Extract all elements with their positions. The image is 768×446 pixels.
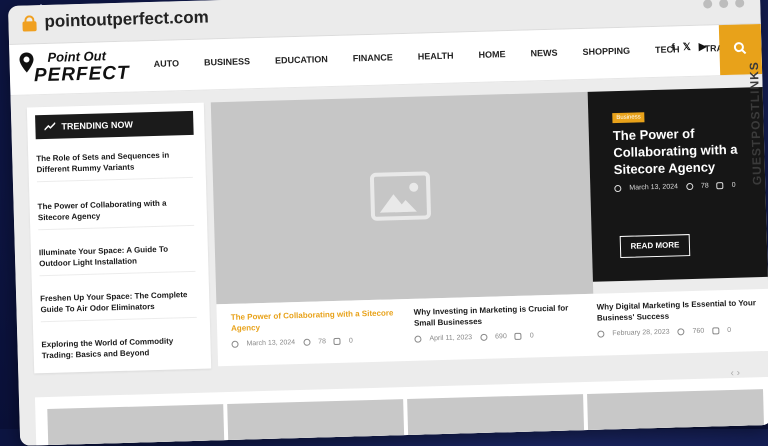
x-twitter-icon[interactable]: 𝕏 <box>683 42 691 53</box>
comment-icon <box>716 182 724 190</box>
clock-icon <box>231 340 239 348</box>
lower-posts-section <box>34 376 768 446</box>
post-date: April 11, 2023 <box>429 334 473 343</box>
read-more-button[interactable]: READ MORE <box>619 234 691 259</box>
post-thumbnail[interactable] <box>47 404 225 446</box>
post-card-meta: March 13, 2024 78 0 <box>231 336 401 348</box>
browser-window: pointoutperfect.com Point Out PERFECT AU… <box>8 0 768 446</box>
logo-line1: Point Out <box>47 48 107 65</box>
trending-item[interactable]: The Role of Sets and Sequences in Differ… <box>36 148 193 183</box>
post-card-title[interactable]: The Power of Collaborating with a Siteco… <box>231 307 402 334</box>
search-icon <box>733 42 747 55</box>
clock-icon <box>597 330 605 338</box>
comment-icon <box>712 327 720 335</box>
youtube-icon[interactable]: ▶ <box>699 42 707 53</box>
trending-panel: TRENDING NOW The Role of Sets and Sequen… <box>26 102 212 374</box>
social-links: f 𝕏 ▶ <box>671 42 706 54</box>
watermark-logo: GUESTPOSTLINKS <box>746 61 765 186</box>
nav-item-news[interactable]: NEWS <box>530 48 557 59</box>
eye-icon <box>677 328 685 336</box>
eye-icon <box>303 338 311 346</box>
post-comments: 0 <box>529 332 534 340</box>
window-controls <box>703 0 745 9</box>
page-content: TRENDING NOW The Role of Sets and Sequen… <box>10 61 768 446</box>
post-views: 690 <box>495 333 507 341</box>
trending-icon <box>44 122 56 131</box>
map-pin-icon <box>19 52 34 73</box>
nav-item-home[interactable]: HOME <box>478 49 505 60</box>
category-badge[interactable]: Business <box>612 112 645 124</box>
nav-item-finance[interactable]: FINANCE <box>353 52 393 63</box>
post-thumbnail[interactable] <box>587 389 765 434</box>
post-card-meta: April 11, 2023 690 0 <box>414 331 584 343</box>
post-card-title[interactable]: Why Digital Marketing Is Essential to Yo… <box>596 297 767 324</box>
lock-icon <box>22 15 37 32</box>
trending-item[interactable]: Freshen Up Your Space: The Complete Guid… <box>40 288 197 323</box>
post-card[interactable]: Why Investing in Marketing is Crucial fo… <box>414 302 585 343</box>
logo-line2: PERFECT <box>33 62 130 87</box>
post-card-title[interactable]: Why Investing in Marketing is Crucial fo… <box>414 302 585 329</box>
window-dot[interactable] <box>703 0 713 9</box>
comment-icon <box>514 332 522 340</box>
site-logo[interactable]: Point Out PERFECT <box>19 47 145 88</box>
window-dot[interactable] <box>719 0 729 9</box>
post-card-meta: February 28, 2023 760 0 <box>597 326 767 338</box>
eye-icon <box>685 182 694 191</box>
post-views: 78 <box>700 182 709 190</box>
comment-icon <box>333 337 342 346</box>
nav-item-business[interactable]: BUSINESS <box>204 56 250 67</box>
post-comments: 0 <box>348 337 353 345</box>
trending-item[interactable]: Exploring the World of Commodity Trading… <box>41 335 198 367</box>
window-dot[interactable] <box>735 0 745 8</box>
post-comments: 0 <box>727 326 732 335</box>
facebook-icon[interactable]: f <box>671 42 675 53</box>
nav-item-education[interactable]: EDUCATION <box>275 54 328 65</box>
hero-image[interactable] <box>210 91 594 305</box>
featured-post-meta: March 13, 2024 78 0 <box>614 181 736 193</box>
nav-item-auto[interactable]: AUTO <box>154 58 180 69</box>
post-date: March 13, 2024 <box>246 339 296 348</box>
trending-heading: TRENDING NOW <box>35 110 194 140</box>
featured-post-panel: Business The Power of Collaborating with… <box>587 61 768 282</box>
eye-icon <box>480 333 488 341</box>
trending-heading-text: TRENDING NOW <box>61 119 133 132</box>
clock-icon <box>414 335 422 343</box>
image-placeholder-icon <box>369 171 432 221</box>
post-card[interactable]: The Power of Collaborating with a Siteco… <box>231 307 402 348</box>
post-date: March 13, 2024 <box>629 183 679 192</box>
nav-item-health[interactable]: HEALTH <box>418 51 454 62</box>
post-card[interactable]: Why Digital Marketing Is Essential to Yo… <box>596 297 767 338</box>
post-date: February 28, 2023 <box>612 328 670 338</box>
post-thumbnail[interactable] <box>227 399 405 445</box>
featured-post-title[interactable]: The Power of Collaborating with a Siteco… <box>613 123 754 178</box>
trending-item[interactable]: Illuminate Your Space: A Guide To Outdoo… <box>38 242 196 277</box>
address-bar-url[interactable]: pointoutperfect.com <box>44 7 209 32</box>
post-views: 760 <box>692 327 705 336</box>
post-thumbnail[interactable] <box>407 394 585 439</box>
trending-item[interactable]: The Power of Collaborating with a Siteco… <box>37 196 195 231</box>
clock-icon <box>614 184 622 193</box>
post-comments: 0 <box>731 181 736 189</box>
nav-item-shopping[interactable]: SHOPPING <box>582 46 630 57</box>
post-views: 78 <box>318 338 327 346</box>
